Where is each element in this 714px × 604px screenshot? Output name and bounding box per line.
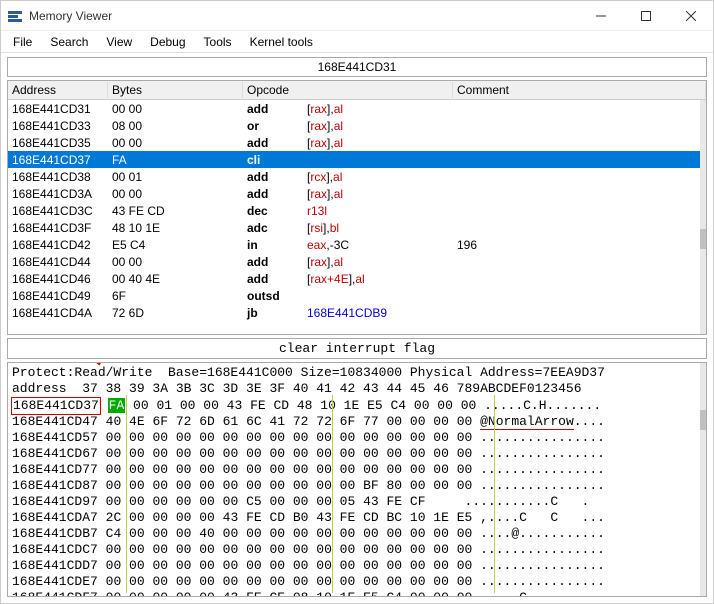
hex-row[interactable]: 168E441CD47 40 4E 6F 72 6D 61 6C 41 72 7…: [12, 414, 702, 430]
disassembly-pane[interactable]: Address Bytes Opcode Comment 168E441CD31…: [7, 80, 707, 335]
menu-debug[interactable]: Debug: [142, 33, 193, 51]
hex-row[interactable]: 168E441CDA7 2C 00 00 00 00 43 FE CD B0 4…: [12, 510, 702, 526]
col-address[interactable]: Address: [8, 82, 108, 98]
hex-rows[interactable]: 168E441CD37 FA 00 01 00 00 43 FE CD 48 1…: [12, 398, 702, 597]
menu-view[interactable]: View: [98, 33, 140, 51]
hex-row[interactable]: 168E441CDB7 C4 00 00 00 40 00 00 00 00 0…: [12, 526, 702, 542]
status-line: clear interrupt flag: [7, 338, 707, 359]
disasm-row[interactable]: 168E441CD3F48 10 1Eadc[rsi],bl: [8, 219, 706, 236]
hex-row[interactable]: 168E441CD37 FA 00 01 00 00 43 FE CD 48 1…: [12, 398, 702, 414]
close-button[interactable]: [668, 1, 713, 31]
minimize-button[interactable]: [578, 1, 623, 31]
hex-header-cols: 37 38 39 3A 3B 3C 3D 3E 3F 40 41 42 43 4…: [67, 381, 582, 396]
hex-row[interactable]: 168E441CD77 00 00 00 00 00 00 00 00 00 0…: [12, 462, 702, 478]
maximize-button[interactable]: [623, 1, 668, 31]
col-bytes[interactable]: Bytes: [108, 82, 243, 98]
disasm-scroll-thumb[interactable]: [700, 229, 706, 249]
hex-scrollbar[interactable]: [700, 363, 706, 596]
address-input[interactable]: 168E441CD31: [7, 57, 707, 77]
hex-row[interactable]: 168E441CD57 00 00 00 00 00 00 00 00 00 0…: [12, 430, 702, 446]
disasm-header: Address Bytes Opcode Comment: [8, 81, 706, 100]
hex-row[interactable]: 168E441CD67 00 00 00 00 00 00 00 00 00 0…: [12, 446, 702, 462]
hex-row[interactable]: 168E441CDD7 00 00 00 00 00 00 00 00 00 0…: [12, 558, 702, 574]
hex-row[interactable]: 168E441CDC7 00 00 00 00 00 00 00 00 00 0…: [12, 542, 702, 558]
disasm-row[interactable]: 168E441CD4A72 6Djb168E441CDB9: [8, 304, 706, 321]
hex-scroll-thumb[interactable]: [700, 410, 706, 430]
menu-kernel-tools[interactable]: Kernel tools: [242, 33, 321, 51]
app-icon: [7, 8, 23, 24]
titlebar: Memory Viewer: [1, 1, 713, 31]
disasm-row[interactable]: 168E441CD4600 40 4Eadd[rax+4E],al: [8, 270, 706, 287]
col-comment[interactable]: Comment: [453, 82, 706, 98]
hex-row[interactable]: 168E441CD97 00 00 00 00 00 00 C5 00 00 0…: [12, 494, 702, 510]
hex-pane[interactable]: Protect:Read/Write Base=168E441C000 Size…: [7, 362, 707, 597]
disasm-row[interactable]: 168E441CD42E5 C4ineax,-3C196: [8, 236, 706, 253]
hex-info: Protect:Read/Write Base=168E441C000 Size…: [12, 365, 702, 381]
menubar: File Search View Debug Tools Kernel tool…: [1, 31, 713, 53]
hex-divider: [494, 395, 495, 593]
disasm-row[interactable]: 168E441CD3C43 FE CDdecr13l: [8, 202, 706, 219]
disasm-scrollbar[interactable]: [700, 100, 706, 334]
hex-row[interactable]: 168E441CD87 00 00 00 00 00 00 00 00 00 0…: [12, 478, 702, 494]
disasm-row[interactable]: 168E441CD496Foutsd: [8, 287, 706, 304]
disasm-row[interactable]: 168E441CD3800 01add[rcx],al: [8, 168, 706, 185]
disasm-row[interactable]: 168E441CD3500 00add[rax],al: [8, 134, 706, 151]
disasm-row[interactable]: 168E441CD37FAcli: [8, 151, 706, 168]
hex-row[interactable]: 168E441CDF7 00 00 00 00 00 43 FE CE 08 1…: [12, 590, 702, 597]
col-opcode[interactable]: Opcode: [243, 82, 453, 98]
menu-tools[interactable]: Tools: [196, 33, 240, 51]
hex-divider: [332, 395, 333, 593]
menu-search[interactable]: Search: [42, 33, 96, 51]
disasm-row[interactable]: 168E441CD4400 00add[rax],al: [8, 253, 706, 270]
hex-row[interactable]: 168E441CDE7 00 00 00 00 00 00 00 00 00 0…: [12, 574, 702, 590]
hex-header: address➘ 37 38 39 3A 3B 3C 3D 3E 3F 40 4…: [12, 381, 702, 398]
window-title: Memory Viewer: [29, 9, 578, 23]
hex-header-address[interactable]: address: [12, 381, 67, 398]
disasm-row[interactable]: 168E441CD3A00 00add[rax],al: [8, 185, 706, 202]
window-controls: [578, 1, 713, 31]
disasm-row[interactable]: 168E441CD3100 00add[rax],al: [8, 100, 706, 117]
disasm-row[interactable]: 168E441CD3308 00or[rax],al: [8, 117, 706, 134]
hex-divider: [126, 395, 127, 593]
menu-file[interactable]: File: [5, 33, 40, 51]
disasm-body[interactable]: 168E441CD3100 00add[rax],al168E441CD3308…: [8, 100, 706, 321]
